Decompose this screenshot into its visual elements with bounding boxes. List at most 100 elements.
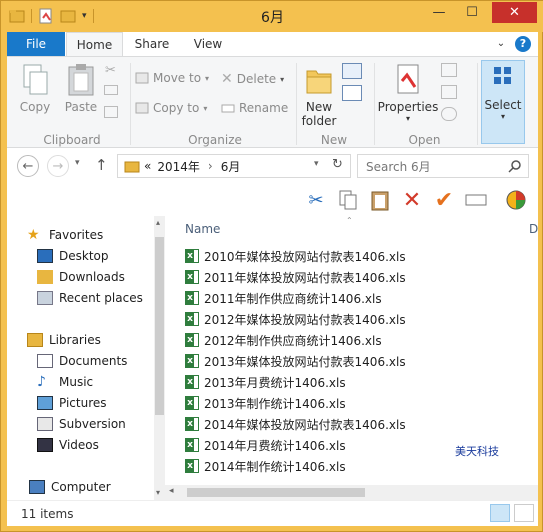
file-list-horizontal-scrollbar[interactable]: ◂ [165,485,538,500]
checkmark-icon[interactable]: ✔ [431,187,457,213]
recent-locations-dropdown-icon[interactable]: ▾ [75,158,80,168]
copy-label: Copy [19,100,51,114]
rename-icon[interactable] [463,187,489,213]
excel-file-icon: x [185,333,199,347]
nav-favorites-label: Favorites [49,228,104,242]
column-header-date[interactable]: D [529,222,538,236]
star-icon: ★ [27,227,40,243]
file-row[interactable]: x 2013年媒体投放网站付款表1406.xls [185,351,406,371]
file-row[interactable]: x 2012年媒体投放网站付款表1406.xls [185,309,406,329]
edit-icon[interactable] [441,85,457,99]
rename-button[interactable]: Rename [221,101,288,115]
cut-icon[interactable]: ✂ [105,63,116,78]
tab-share[interactable]: Share [129,32,175,56]
refresh-icon[interactable]: ↻ [332,157,343,172]
chevron-down-icon: ▾ [405,114,410,123]
copy-icon[interactable] [335,187,361,213]
file-row[interactable]: x 2014年月费统计1406.xls [185,435,346,455]
ribbon-tabs: File Home Share View ⌄ ? [7,32,538,57]
cut-icon[interactable]: ✂ [303,187,329,213]
delete-button[interactable]: ✕ Delete ▾ [221,71,284,87]
delete-icon: ✕ [221,71,233,87]
file-row[interactable]: x 2013年月费统计1406.xls [185,372,346,392]
paste-shortcut-icon[interactable] [104,106,118,118]
file-row[interactable]: x 2011年媒体投放网站付款表1406.xls [185,267,406,287]
minimize-button[interactable]: — [424,2,454,23]
large-icons-view-icon[interactable] [514,504,534,522]
move-to-button[interactable]: Move to ▾ [135,71,209,85]
tab-home[interactable]: Home [66,32,123,57]
details-view-icon[interactable] [490,504,510,522]
ribbon-separator [130,63,131,145]
nav-recent-places[interactable]: Recent places [37,288,143,308]
select-button[interactable]: Select ▾ [481,60,525,144]
search-input[interactable]: Search 6月 [357,154,529,178]
history-icon[interactable] [441,107,457,121]
file-row[interactable]: x 2014年媒体投放网站付款表1406.xls [185,414,406,434]
file-row[interactable]: x 2010年媒体投放网站付款表1406.xls [185,246,406,266]
scroll-up-icon[interactable]: ▴ [156,218,160,227]
delete-icon[interactable]: ✕ [399,187,425,213]
file-row[interactable]: x 2011年制作供应商统计1406.xls [185,288,382,308]
nav-favorites[interactable]: ★ Favorites [27,225,103,245]
move-to-label: Move to [153,71,202,85]
help-icon[interactable]: ? [515,36,531,52]
file-row[interactable]: x 2014年制作统计1406.xls [185,456,346,476]
scrollbar-thumb[interactable] [155,237,164,415]
expand-ribbon-icon[interactable]: ⌄ [491,32,511,56]
new-folder-label-line1: New [305,100,333,114]
easy-access-icon[interactable] [342,85,362,101]
properties-button[interactable]: Properties ▾ [377,63,439,123]
ribbon-separator [374,63,375,145]
file-name: 2010年媒体投放网站付款表1406.xls [204,249,406,264]
tab-file[interactable]: File [7,32,65,56]
color-wheel-icon[interactable] [503,187,529,213]
excel-file-icon: x [185,417,199,431]
scroll-down-icon[interactable]: ▾ [156,488,160,497]
breadcrumb-separator[interactable]: › [208,159,213,173]
nav-desktop[interactable]: Desktop [37,246,109,266]
copy-to-button[interactable]: Copy to ▾ [135,101,207,115]
maximize-button[interactable]: ☐ [456,2,488,23]
new-folder-button[interactable]: New folder [299,63,339,128]
paste-icon [68,64,94,96]
forward-arrow-icon: → [52,158,64,174]
close-button[interactable]: ✕ [492,2,537,23]
pictures-icon [37,396,53,410]
column-header-name[interactable]: Name [185,222,220,236]
address-bar[interactable]: « 2014年 › 6月 ▾ ↻ [117,154,351,178]
copy-button[interactable]: Copy [17,63,53,114]
nav-computer[interactable]: Computer [29,477,111,497]
copy-to-icon [135,102,149,114]
breadcrumb-june[interactable]: 6月 [221,158,241,175]
address-dropdown-icon[interactable]: ▾ [314,159,319,169]
nav-videos[interactable]: Videos [37,435,99,455]
excel-file-icon: x [185,249,199,263]
open-icon[interactable] [441,63,457,77]
paste-button[interactable]: Paste [61,63,101,114]
search-icon[interactable] [508,159,522,173]
select-label: Select [484,98,522,112]
forward-button[interactable]: → [47,155,69,177]
nav-music[interactable]: ♪ Music [37,372,93,392]
new-item-icon[interactable] [342,63,362,79]
tab-view[interactable]: View [185,32,231,56]
copy-path-icon[interactable] [104,85,118,95]
up-arrow-icon[interactable]: ↑ [95,156,108,174]
nav-libraries[interactable]: Libraries [27,330,101,350]
excel-file-icon: x [185,270,199,284]
paste-icon[interactable] [367,187,393,213]
back-button[interactable]: ← [17,155,39,177]
nav-pictures[interactable]: Pictures [37,393,107,413]
scrollbar-thumb[interactable] [187,488,365,497]
file-row[interactable]: x 2012年制作供应商统计1406.xls [185,330,382,350]
navigation-pane-scrollbar[interactable]: ▴ ▾ [154,216,165,500]
breadcrumb-2014[interactable]: 2014年 [157,158,200,175]
scroll-left-icon[interactable]: ◂ [169,486,174,496]
ribbon-separator [296,63,297,145]
nav-subversion[interactable]: Subversion [37,414,126,434]
nav-downloads[interactable]: Downloads [37,267,125,287]
nav-documents[interactable]: Documents [37,351,127,371]
file-row[interactable]: x 2013年制作统计1406.xls [185,393,346,413]
address-overflow[interactable]: « [144,159,151,173]
